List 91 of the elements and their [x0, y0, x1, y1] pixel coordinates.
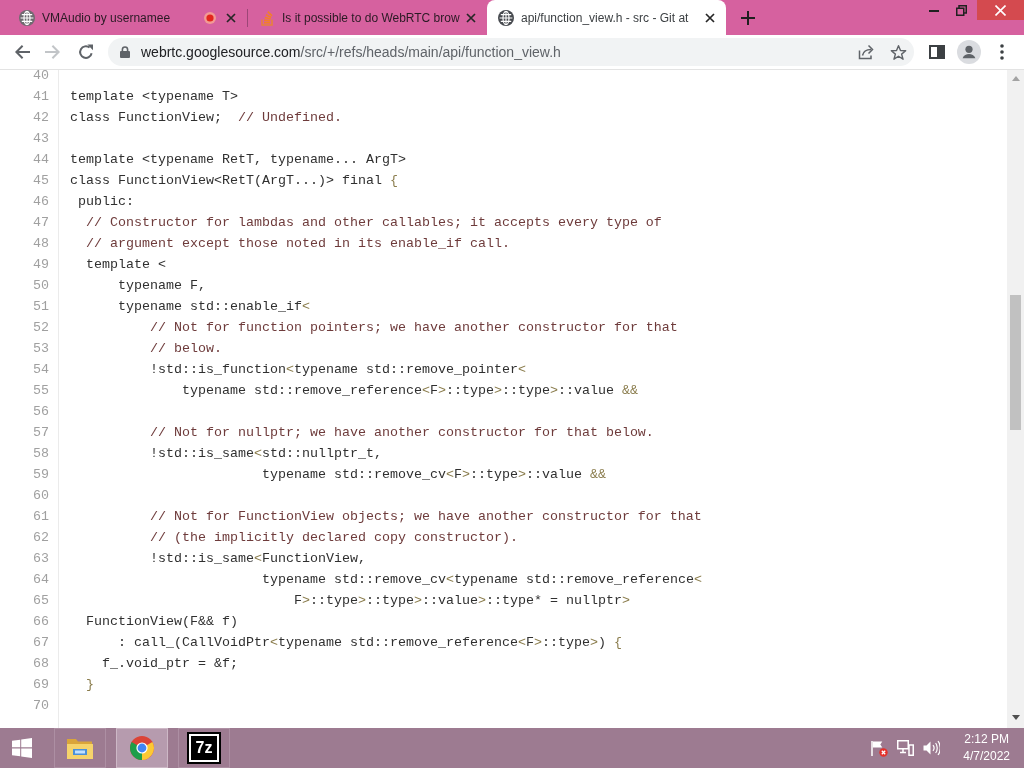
share-icon[interactable]: [858, 44, 874, 60]
browser-icon: [129, 735, 155, 761]
taskbar-button[interactable]: 7z: [178, 728, 230, 768]
flag-icon[interactable]: [870, 739, 889, 757]
line-number: 44: [33, 152, 49, 167]
code-line: template <typename T>: [70, 89, 238, 104]
code-line: FunctionView(F&& f): [86, 614, 238, 629]
code-line: // Not for FunctionView objects; we have another constructor for that: [150, 509, 702, 524]
globe-icon: [19, 9, 35, 26]
code-line: // below.: [150, 341, 222, 356]
line-number: 61: [33, 509, 49, 524]
speaker-icon[interactable]: [923, 740, 941, 756]
code-line: !std::is_same<std::nullptr_t,: [150, 446, 382, 461]
browser-tab[interactable]: api/function_view.h - src - Git at: [487, 0, 726, 35]
line-number: 45: [33, 173, 49, 188]
line-number: 41: [33, 89, 49, 104]
start-icon[interactable]: [12, 738, 32, 758]
line-number: 70: [33, 698, 49, 713]
line-number: 65: [33, 593, 49, 608]
code-line: public:: [78, 194, 134, 209]
line-number: 42: [33, 110, 49, 125]
reload-icon[interactable]: [78, 44, 94, 60]
folder-icon: [66, 736, 94, 760]
close-window-button[interactable]: [977, 0, 1024, 20]
line-number: 49: [33, 257, 49, 272]
line-number: 48: [33, 236, 49, 251]
line-number: 55: [33, 383, 49, 398]
browser-tab[interactable]: VMAudio by usernamee: [8, 0, 247, 35]
lock-icon[interactable]: [120, 46, 130, 58]
code-line: : call_(CallVoidPtr<typename std::remove_reference<F>::type>) {: [118, 635, 622, 650]
monitor-icon[interactable]: [897, 740, 915, 756]
code-line: typename std::remove_cv<F>::type>::value &&: [261, 467, 606, 482]
line-number: 53: [33, 341, 49, 356]
close-icon: [995, 4, 1006, 16]
code-line: // (the implicitly declared copy constructor).: [150, 530, 518, 545]
taskbar-button[interactable]: [54, 728, 106, 768]
line-number: 52: [33, 320, 49, 335]
line-number: 64: [33, 572, 49, 587]
code-line: !std::is_same<FunctionView,: [150, 551, 366, 566]
line-number: 59: [33, 467, 49, 482]
browser-tab[interactable]: Is it possible to do WebRTC brow: [248, 0, 487, 35]
clock-date: 4/7/2022: [963, 748, 1010, 765]
code-line: // Not for function pointers; we have another constructor for that: [150, 320, 678, 335]
restore-icon[interactable]: [956, 4, 967, 16]
line-number: 56: [33, 404, 49, 419]
close-icon[interactable]: [705, 12, 715, 23]
line-number: 58: [33, 446, 49, 461]
stacked-bars-icon: [259, 9, 275, 26]
line-number: 66: [33, 614, 49, 629]
code-line: // argument except those noted in its enable_if call.: [86, 236, 510, 251]
line-number: 47: [33, 215, 49, 230]
plus-icon[interactable]: [741, 10, 755, 25]
line-number: 68: [33, 656, 49, 671]
code-line: class FunctionView; // Undefined.: [70, 110, 342, 125]
line-number: 54: [33, 362, 49, 377]
clock-time: 2:12 PM: [964, 731, 1009, 748]
code-line: f_.void_ptr = &f;: [102, 656, 238, 671]
scrollbar-thumb[interactable]: [1010, 295, 1021, 430]
line-number: 63: [33, 551, 49, 566]
back-arrow-icon[interactable]: [14, 44, 30, 60]
code-line: typename std::remove_reference<F>::type>::type>::value &&: [182, 383, 638, 398]
code-line: class FunctionView<RetT(ArgT...)> final {: [70, 173, 398, 188]
code-line: }: [86, 677, 94, 692]
archive-logo: 7z: [188, 734, 220, 762]
line-number: 67: [33, 635, 49, 650]
down-triangle-icon[interactable]: [1011, 715, 1020, 720]
code-line: typename std::remove_cv<typename std::remove_reference<: [261, 572, 702, 587]
globe-icon: [498, 9, 514, 26]
line-number: 46: [33, 194, 49, 209]
code-line: template <: [86, 257, 166, 272]
line-number: 57: [33, 425, 49, 440]
line-number: 40: [33, 70, 49, 83]
line-number: 43: [33, 131, 49, 146]
star-icon[interactable]: [890, 43, 907, 61]
address-bar[interactable]: webrtc.googlesource.com/src/+/refs/heads/main/api/function_view.h: [108, 38, 914, 66]
line-number: 60: [33, 488, 49, 503]
menu-icon[interactable]: [1000, 44, 1004, 60]
code-line: // Not for nullptr; we have another constructor for that below.: [150, 425, 654, 440]
line-number: 69: [33, 677, 49, 692]
code-line: !std::is_function<typename std::remove_pointer<: [150, 362, 526, 377]
code-line: // Constructor for lambdas and other callables; it accepts every type of: [86, 215, 662, 230]
code-line: typename std::enable_if<: [118, 299, 310, 314]
line-number: 50: [33, 278, 49, 293]
taskbar-button[interactable]: [116, 728, 168, 768]
code-line: typename F,: [118, 278, 206, 293]
avatar-icon[interactable]: [957, 40, 981, 64]
line-number: 51: [33, 299, 49, 314]
code-line: F>::type>::type>::value>::type* = nullptr>: [293, 593, 630, 608]
line-number: 62: [33, 530, 49, 545]
side-panel-icon[interactable]: [929, 45, 945, 59]
code-line: template <typename RetT, typename... ArgT>: [70, 152, 406, 167]
